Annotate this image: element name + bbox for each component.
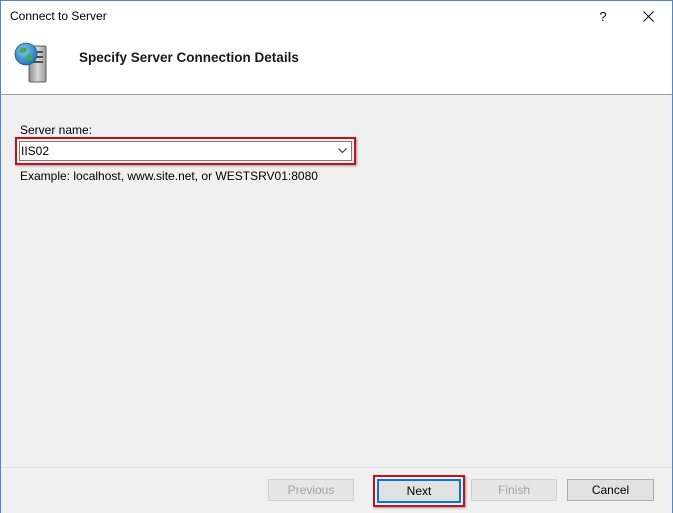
dropdown-button[interactable] [333, 142, 351, 160]
server-name-highlight [15, 137, 356, 165]
connect-to-server-dialog: Connect to Server ? Specify Server Conne… [0, 0, 673, 513]
wizard-header: Specify Server Connection Details [1, 32, 672, 95]
content-area: Server name: Example: localhost, www.sit… [1, 95, 672, 467]
next-button[interactable]: Next [377, 479, 461, 503]
help-button[interactable]: ? [581, 1, 625, 32]
page-title: Specify Server Connection Details [79, 50, 299, 65]
server-name-input[interactable] [20, 143, 333, 159]
next-button-highlight: Next [373, 475, 465, 507]
chevron-down-icon [337, 148, 347, 154]
close-icon [642, 11, 654, 22]
server-name-combobox[interactable] [19, 141, 352, 161]
help-icon: ? [599, 9, 607, 24]
button-bar: Previous Next Finish Cancel [1, 467, 672, 513]
window-title: Connect to Server [10, 9, 107, 23]
close-button[interactable] [626, 1, 670, 32]
previous-button[interactable]: Previous [268, 479, 354, 501]
title-bar: Connect to Server ? [1, 1, 672, 32]
server-globe-icon [14, 42, 47, 83]
server-name-label: Server name: [20, 123, 93, 137]
finish-button[interactable]: Finish [471, 479, 557, 501]
cancel-button[interactable]: Cancel [567, 479, 654, 501]
example-hint: Example: localhost, www.site.net, or WES… [20, 169, 318, 183]
